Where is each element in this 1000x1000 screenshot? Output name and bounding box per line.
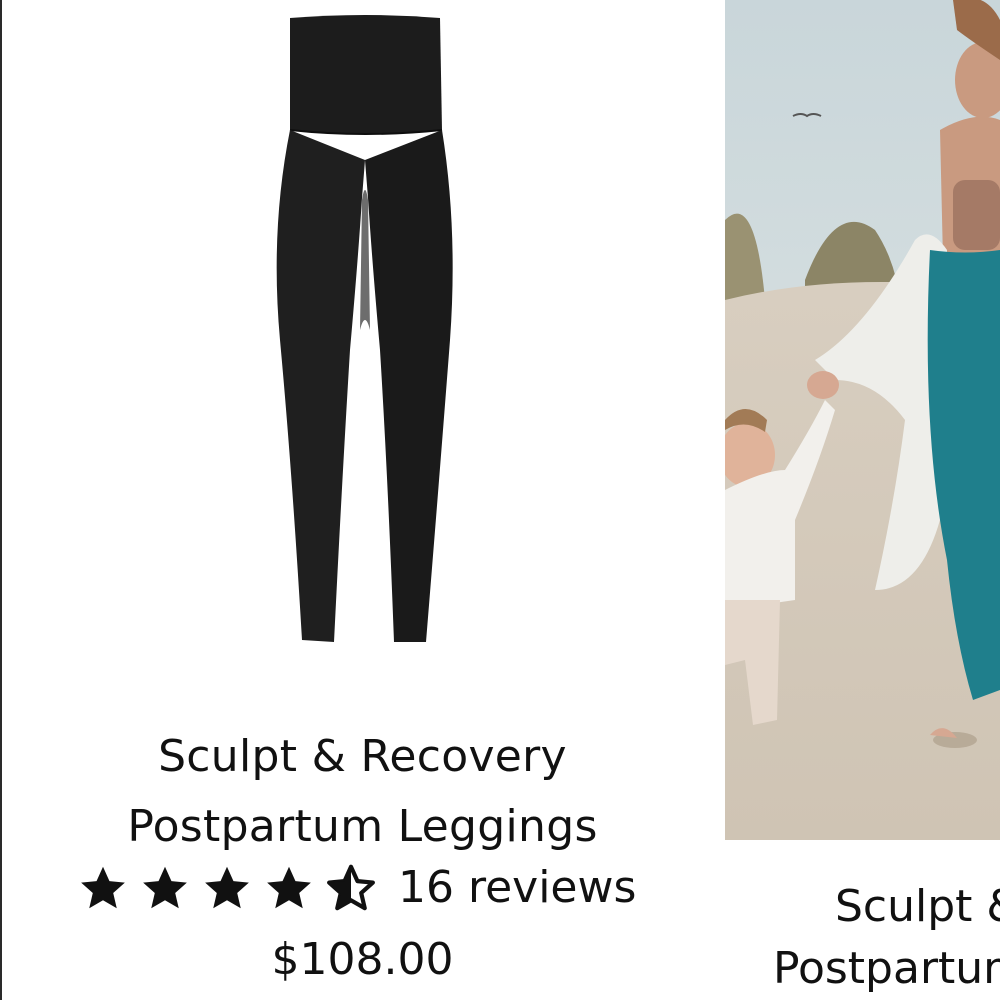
reviews-count[interactable]: 16 reviews — [398, 858, 636, 918]
star-full-icon — [205, 866, 249, 909]
black-leggings-image[interactable] — [250, 10, 480, 650]
star-full-icon — [81, 866, 125, 909]
beach-photo-image[interactable] — [725, 0, 1000, 840]
rating-row[interactable]: 16 reviews — [78, 858, 636, 918]
star-full-icon — [143, 866, 187, 909]
product-price: $108.00 — [271, 934, 454, 985]
star-half-icon — [327, 864, 375, 911]
product-card[interactable]: Sculpt & Recovery Postpartum Leggings 16… — [0, 0, 725, 1000]
product-title-line-1: Sculpt & Recovery — [158, 731, 567, 782]
star-full-icon — [267, 866, 311, 909]
product-title[interactable]: Sculpt & Recovery Postpartum Leggings — [60, 722, 665, 862]
product-title[interactable]: Sculpt & Postpartum — [773, 876, 1000, 1000]
product-card[interactable]: Sculpt & Postpartum — [725, 0, 1000, 1000]
product-title-line-2: Postpartum Leggings — [127, 801, 598, 852]
product-title-line-2: Postpartum — [773, 943, 1000, 994]
product-title-line-1: Sculpt & — [835, 881, 1000, 932]
